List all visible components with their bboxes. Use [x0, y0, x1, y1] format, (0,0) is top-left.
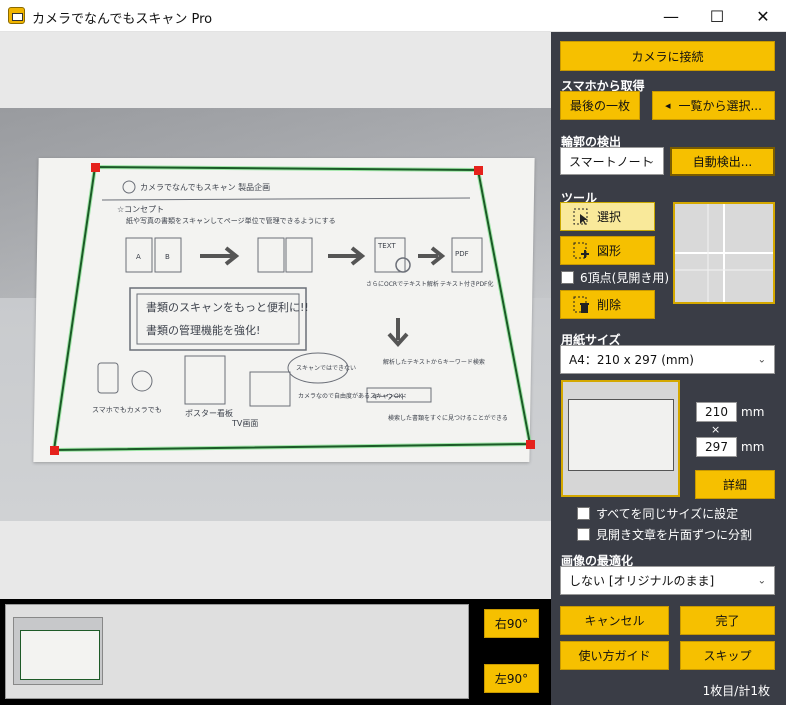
rotate-right-button[interactable]: 右90° — [484, 609, 539, 638]
doc-phone-label: スマホでもカメラでも — [92, 406, 162, 414]
doc-flow-pdf: PDF — [455, 250, 469, 258]
doc-bubble-text: スキャンではできない — [296, 365, 356, 372]
maximize-button[interactable]: ☐ — [694, 0, 740, 32]
select-from-list-button[interactable]: ◀ 一覧から選択... — [652, 91, 775, 120]
shape-tool-button[interactable]: 図形 — [560, 236, 655, 265]
delete-tool-button[interactable]: 削除 — [560, 290, 655, 319]
minimize-button[interactable]: — — [648, 0, 694, 32]
chevron-down-icon: ⌄ — [757, 354, 766, 365]
chevron-down-icon: ⌄ — [757, 575, 766, 586]
contour-mode-select[interactable]: スマートノート ⌄ — [560, 147, 664, 175]
image-viewer: カメラでなんでもスキャン 製品企画 ☆コンセプト 紙や写真の書類をスキャンしてペ… — [0, 32, 551, 599]
crop-handle-top-left[interactable] — [91, 163, 100, 172]
width-unit: mm — [741, 405, 765, 419]
thumbnail-list — [5, 604, 469, 699]
doc-ocr-note: さらにOCRでテキスト解析 — [366, 280, 439, 288]
paper-size-select[interactable]: A4：210 x 297 (mm) ⌄ — [560, 345, 775, 374]
paper-preview — [561, 380, 680, 497]
crop-handle-bottom-left[interactable] — [50, 446, 59, 455]
details-button[interactable]: 詳細 — [695, 470, 775, 499]
doc-flow-a: A — [136, 253, 141, 261]
doc-flow-text: TEXT — [377, 242, 396, 250]
page-thumbnail[interactable] — [13, 617, 103, 685]
doc-flow-b: B — [165, 253, 170, 261]
doc-pdf-note: テキスト付きPDF化 — [440, 280, 494, 288]
six-points-checkbox[interactable]: 6頂点(見開き用) — [561, 269, 669, 286]
height-unit: mm — [741, 440, 765, 454]
app-camera-icon — [8, 7, 25, 24]
auto-detect-button[interactable]: 自動検出... — [670, 147, 775, 176]
height-input[interactable]: 297 — [696, 437, 737, 457]
triangle-left-icon: ◀ — [665, 101, 671, 110]
doc-search-note: 検索した書類をすぐに見つけることができる — [388, 414, 508, 422]
cancel-button[interactable]: キャンセル — [560, 606, 669, 635]
chevron-down-icon: ⌄ — [646, 155, 655, 167]
doc-concept-body: 紙や写真の書類をスキャンしてページ単位で管理できるようにする — [126, 216, 336, 225]
grid-preview — [673, 202, 775, 304]
doc-highlight-line2: 書類の管理機能を強化! — [146, 323, 260, 337]
control-panel: カメラに接続 スマホから取得 最後の一枚 ◀ 一覧から選択... 輪郭の検出 ス… — [551, 32, 786, 705]
title-bar: カメラでなんでもスキャン Pro — ☐ ✕ — [0, 0, 786, 32]
usage-guide-button[interactable]: 使い方ガイド — [560, 641, 669, 670]
skip-button[interactable]: スキップ — [680, 641, 775, 670]
doc-concept-heading: ☆コンセプト — [117, 205, 164, 214]
same-size-checkbox[interactable]: すべてを同じサイズに設定 — [577, 505, 738, 522]
image-optimize-select[interactable]: しない [オリジナルのまま] ⌄ — [560, 566, 775, 595]
rotate-left-button[interactable]: 左90° — [484, 664, 539, 693]
split-spread-checkbox[interactable]: 見開き文章を片面ずつに分割 — [577, 526, 752, 543]
select-tool-button[interactable]: 選択 — [560, 202, 655, 231]
times-sign: × — [711, 423, 721, 436]
add-shape-icon — [573, 242, 591, 260]
page-counter: 1枚目/計1枚 — [702, 684, 770, 698]
captured-photo: カメラでなんでもスキャン 製品企画 ☆コンセプト 紙や写真の書類をスキャンしてペ… — [0, 108, 551, 521]
window-title: カメラでなんでもスキャン Pro — [32, 12, 213, 27]
doc-highlight-line1: 書類のスキャンをもっと便利に!! — [146, 300, 309, 314]
doc-keyword-box: キーワード — [372, 393, 407, 401]
doc-tv-label: TV画面 — [231, 419, 258, 428]
done-button[interactable]: 完了 — [680, 606, 775, 635]
last-one-button[interactable]: 最後の一枚 — [560, 91, 640, 120]
select-tool-icon — [573, 208, 591, 226]
crop-handle-bottom-right[interactable] — [526, 440, 535, 449]
connect-camera-button[interactable]: カメラに接続 — [560, 41, 775, 71]
document-sketch: カメラでなんでもスキャン 製品企画 ☆コンセプト 紙や写真の書類をスキャンしてペ… — [51, 164, 533, 453]
close-button[interactable]: ✕ — [740, 0, 786, 32]
width-input[interactable]: 210 — [696, 402, 737, 422]
doc-poster-label: ポスター看板 — [185, 408, 233, 418]
doc-header-title: カメラでなんでもスキャン 製品企画 — [140, 182, 270, 192]
thumbnail-strip: 右90° 左90° — [0, 599, 551, 705]
trash-icon — [573, 296, 591, 314]
doc-analysis-note: 解析したテキストからキーワード検索 — [383, 358, 485, 366]
crop-handle-top-right[interactable] — [474, 166, 483, 175]
